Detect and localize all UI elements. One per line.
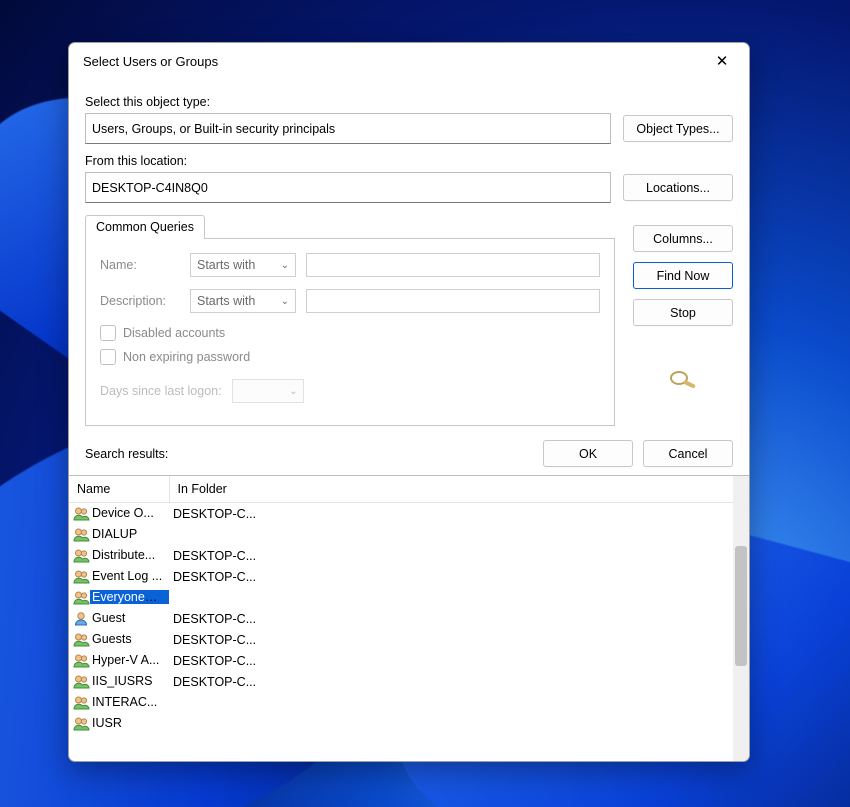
object-type-field: Users, Groups, or Built-in security prin… [85, 113, 611, 144]
non-expiring-checkbox[interactable]: Non expiring password [100, 349, 600, 365]
find-icon [667, 366, 699, 392]
group-icon [73, 590, 90, 605]
scrollbar-thumb[interactable] [735, 546, 747, 666]
desc-match-value: Starts with [197, 294, 255, 308]
location-field: DESKTOP-C4IN8Q0 [85, 172, 611, 203]
row-folder: DESKTOP-C... [169, 629, 733, 650]
row-name: Event Log ... [90, 569, 164, 583]
row-folder [169, 587, 733, 608]
row-folder: DESKTOP-C... [169, 503, 733, 525]
days-since-logon-label: Days since last logon: [100, 384, 222, 398]
desc-match-combo[interactable]: Starts with ⌄ [190, 289, 296, 313]
dialog-title: Select Users or Groups [83, 54, 707, 69]
row-folder: DESKTOP-C... [169, 566, 733, 587]
tab-common-queries[interactable]: Common Queries [85, 215, 205, 239]
object-types-button[interactable]: Object Types... [623, 115, 733, 142]
table-row[interactable]: Guests DESKTOP-C... [69, 629, 733, 650]
group-icon [73, 506, 90, 521]
table-row[interactable]: IIS_IUSRS DESKTOP-C... [69, 671, 733, 692]
desc-filter-input[interactable] [306, 289, 600, 313]
search-results-label: Search results: [85, 447, 168, 461]
row-name: Guest [90, 611, 127, 625]
table-row[interactable]: Device O... DESKTOP-C... [69, 503, 733, 525]
row-folder [169, 524, 733, 545]
table-row[interactable]: IUSR [69, 713, 733, 734]
table-row[interactable]: INTERAC... [69, 692, 733, 713]
common-queries-panel: Name: Starts with ⌄ Description: Starts … [85, 238, 615, 426]
chevron-down-icon: ⌄ [281, 296, 289, 307]
find-now-button[interactable]: Find Now [633, 262, 733, 289]
row-name: Hyper-V A... [90, 653, 161, 667]
days-since-logon-combo: ⌄ [232, 379, 304, 403]
table-row[interactable]: DIALUP [69, 524, 733, 545]
table-row[interactable]: Hyper-V A... DESKTOP-C... [69, 650, 733, 671]
disabled-accounts-label: Disabled accounts [123, 326, 225, 340]
group-icon [73, 695, 90, 710]
group-icon [73, 527, 90, 542]
close-button[interactable]: ✕ [707, 46, 737, 76]
row-name: INTERAC... [90, 695, 159, 709]
row-folder: DESKTOP-C... [169, 545, 733, 566]
stop-button[interactable]: Stop [633, 299, 733, 326]
row-name: Everyone [90, 590, 169, 604]
table-row[interactable]: Distribute... DESKTOP-C... [69, 545, 733, 566]
results-scrollbar[interactable] [733, 476, 749, 761]
table-row[interactable]: Event Log ... DESKTOP-C... [69, 566, 733, 587]
object-type-text: Users, Groups, or Built-in security prin… [92, 122, 335, 136]
row-folder [169, 692, 733, 713]
row-name: Distribute... [90, 548, 157, 562]
locations-button[interactable]: Locations... [623, 174, 733, 201]
group-icon [73, 569, 90, 584]
row-folder: DESKTOP-C... [169, 671, 733, 692]
select-users-dialog: Select Users or Groups ✕ Select this obj… [68, 42, 750, 762]
row-folder: DESKTOP-C... [169, 650, 733, 671]
close-icon: ✕ [716, 54, 729, 69]
name-match-value: Starts with [197, 258, 255, 272]
search-results-list[interactable]: Name In Folder Device O... DESKTOP-C... DI… [69, 476, 733, 761]
name-match-combo[interactable]: Starts with ⌄ [190, 253, 296, 277]
ok-button[interactable]: OK [543, 440, 633, 467]
disabled-accounts-checkbox[interactable]: Disabled accounts [100, 325, 600, 341]
non-expiring-label: Non expiring password [123, 350, 250, 364]
row-folder: DESKTOP-C... [169, 608, 733, 629]
table-row[interactable]: Everyone [69, 587, 733, 608]
checkbox-icon [100, 325, 116, 341]
desc-filter-label: Description: [100, 294, 180, 308]
column-header-name[interactable]: Name [69, 476, 169, 503]
location-label: From this location: [85, 154, 733, 168]
titlebar: Select Users or Groups ✕ [69, 43, 749, 79]
user-icon [73, 611, 90, 626]
row-name: Device O... [90, 506, 156, 520]
name-filter-label: Name: [100, 258, 180, 272]
chevron-down-icon: ⌄ [281, 260, 289, 271]
row-name: IIS_IUSRS [90, 674, 154, 688]
row-name: DIALUP [90, 527, 139, 541]
location-text: DESKTOP-C4IN8Q0 [92, 181, 208, 195]
group-icon [73, 548, 90, 563]
chevron-down-icon: ⌄ [289, 386, 297, 397]
cancel-button[interactable]: Cancel [643, 440, 733, 467]
group-icon [73, 674, 90, 689]
group-icon [73, 632, 90, 647]
row-name: IUSR [90, 716, 124, 730]
group-icon [73, 716, 90, 731]
checkbox-icon [100, 349, 116, 365]
column-header-folder[interactable]: In Folder [169, 476, 733, 503]
row-folder [169, 713, 733, 734]
row-name: Guests [90, 632, 134, 646]
table-row[interactable]: Guest DESKTOP-C... [69, 608, 733, 629]
group-icon [73, 653, 90, 668]
object-type-label: Select this object type: [85, 95, 733, 109]
columns-button[interactable]: Columns... [633, 225, 733, 252]
name-filter-input[interactable] [306, 253, 600, 277]
